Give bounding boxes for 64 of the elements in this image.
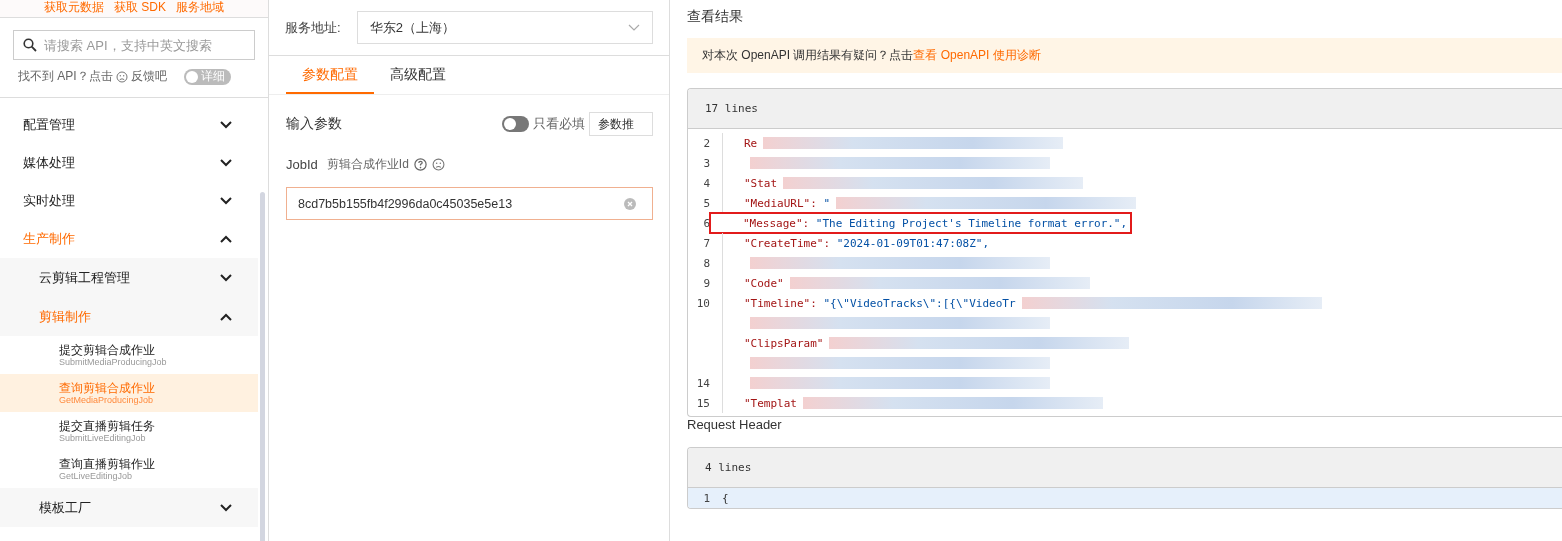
tab[interactable]: 高级配置 [374,56,462,94]
chevron-down-icon [628,24,640,31]
jobid-field[interactable]: 8cd7b5b155fb4f2996da0c45035e5e13 [286,187,653,220]
notice-text: 对本次 OpenAPI 调用结果有疑问？点击 [702,47,914,64]
line-count: 4 lines [705,461,752,474]
nav-category[interactable]: 模板工厂 [0,488,258,527]
line-count: 17 lines [705,102,758,115]
line-number: 4 [703,176,710,190]
switch-label: 只看必填 [533,115,585,133]
scrollbar[interactable] [260,192,265,541]
section-title: 查看结果 [687,8,744,26]
json-key: Re [744,136,758,150]
line-number: 8 [703,256,710,270]
line-number: 7 [703,236,710,250]
line-number: 3 [703,156,710,170]
nav-category[interactable]: 媒体处理 [0,144,258,182]
api-list-item[interactable]: 提交剪辑合成作业 SubmitMediaProducingJob [0,336,258,374]
json-key: "ClipsParam" [744,336,824,350]
line-number: 1 [703,491,710,505]
chevron-down-icon [220,159,232,167]
json-value: "2024-01-09T01:47:08Z", [836,236,990,250]
json-key: "CreateTime": [744,236,837,250]
line-number: 2 [703,136,710,150]
required-only-switch[interactable] [502,116,529,132]
api-list-item[interactable]: 提交直播剪辑任务 SubmitLiveEditingJob [0,412,258,450]
chevron-up-icon [220,312,232,321]
line-number: 10 [696,296,710,310]
json-value: "The Editing Project's Timeline format error.", [815,216,1128,230]
section-title: 输入参数 [286,115,342,133]
json-key: "Code" [744,276,784,290]
service-label: 服务地址: [285,18,341,37]
code-text: { [722,491,729,505]
frown-icon [115,70,128,83]
section-title: Request Header [687,417,783,432]
nav-category[interactable]: 云剪辑工程管理 [0,258,258,297]
json-key: "Timeline": [744,296,824,310]
nav-category[interactable]: 实时处理 [0,182,258,220]
recommend-button[interactable]: 参数推 [589,112,653,136]
line-number: 15 [696,396,710,410]
region-select[interactable]: 华东2（上海） [356,11,653,44]
search-field[interactable]: 请搜索 API，支持中英文搜索 [13,30,255,60]
chevron-down-icon [220,197,232,205]
line-number: 6 [703,216,710,230]
chevron-down-icon [220,503,232,512]
help-icon[interactable] [413,158,427,171]
json-value: "{\"VideoTracks\":[{\"VideoTr [823,296,1016,310]
json-key: "MediaURL": [744,196,824,210]
frown-icon[interactable] [431,158,445,171]
json-key: "Stat [744,176,778,190]
line-number: 5 [703,196,710,210]
json-key: "Message": [743,216,816,230]
json-value: " [823,196,831,210]
feedback-text: 找不到 API？点击 [18,68,113,85]
chevron-up-icon [220,235,232,243]
chevron-down-icon [220,121,232,129]
api-list-item[interactable]: 查询直播剪辑作业 GetLiveEditingJob [0,450,258,488]
field-name: JobId [286,157,318,172]
field-description: 剪辑合成作业Id [326,156,409,173]
json-key: "Templat [744,396,797,410]
line-number: 14 [696,376,710,390]
feedback-link[interactable]: 反馈吧 [130,68,167,85]
line-number: 9 [703,276,710,290]
nav-category[interactable]: 配置管理 [0,106,258,144]
chevron-down-icon [220,273,232,282]
